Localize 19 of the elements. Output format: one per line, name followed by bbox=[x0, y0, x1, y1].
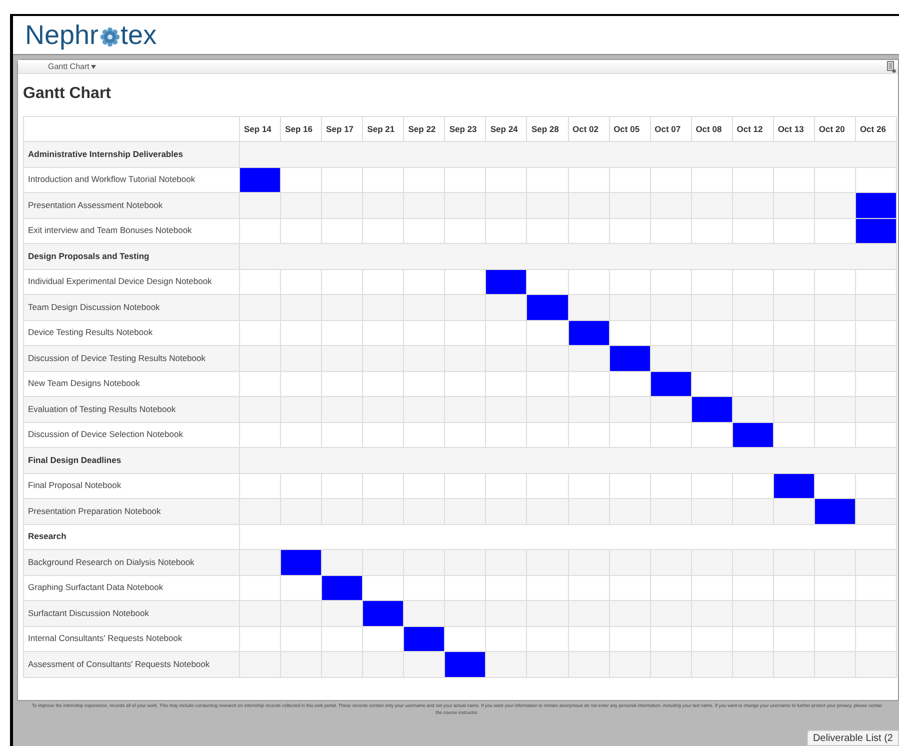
deliverable-name: Discussion of Device Testing Results Notebook bbox=[24, 346, 240, 371]
gantt-chart-menu[interactable]: Gantt Chart bbox=[48, 60, 96, 72]
deliverable-name: Presentation Assessment Notebook bbox=[24, 192, 240, 218]
section-heading: Administrative Internship Deliverables bbox=[24, 142, 240, 167]
section-heading: Design Proposals and Testing bbox=[24, 244, 240, 269]
deliverable-list-button[interactable]: Deliverable List (2 bbox=[806, 730, 899, 746]
deliverable-name: Surfactant Discussion Notebook bbox=[24, 600, 240, 626]
logo-text: Nephr bbox=[25, 22, 99, 48]
deliverable-name: Team Design Discussion Notebook bbox=[24, 294, 240, 320]
deliverable-name: Background Research on Dialysis Notebook bbox=[24, 550, 240, 575]
caret-icon bbox=[91, 64, 96, 68]
document-settings-icon[interactable] bbox=[887, 60, 896, 72]
gear-icon bbox=[100, 26, 120, 46]
deliverable-name: Presentation Preparation Notebook bbox=[24, 498, 240, 524]
logo-text: tex bbox=[120, 22, 157, 48]
page-title: Gantt Chart bbox=[22, 84, 112, 104]
section-heading: Final Design Deadlines bbox=[24, 448, 240, 473]
deliverable-name: Assessment of Consultants' Requests Notebook bbox=[24, 652, 240, 677]
deliverable-name: Evaluation of Testing Results Notebook bbox=[24, 396, 240, 422]
